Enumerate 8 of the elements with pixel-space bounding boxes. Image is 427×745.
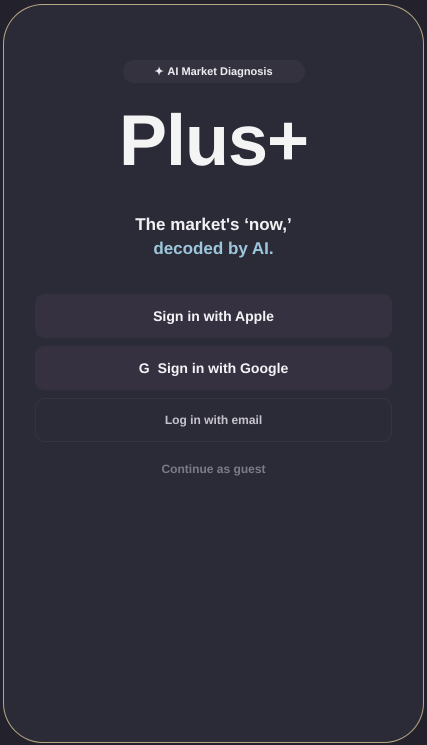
sign-in-button[interactable]: Sign in with Apple xyxy=(35,294,392,338)
badge-label: AI Market Diagnosis xyxy=(167,66,273,78)
sign-in-button[interactable]: G Sign in with Google xyxy=(35,346,392,390)
tagline-highlight: decoded by AI. xyxy=(152,238,275,260)
tagline: The market's ‘now,’ xyxy=(135,214,292,236)
app-title: Plus+ xyxy=(118,101,308,181)
sparkle-icon: ✦ xyxy=(154,65,164,78)
email-login-button[interactable]: Log in with email xyxy=(35,398,392,442)
